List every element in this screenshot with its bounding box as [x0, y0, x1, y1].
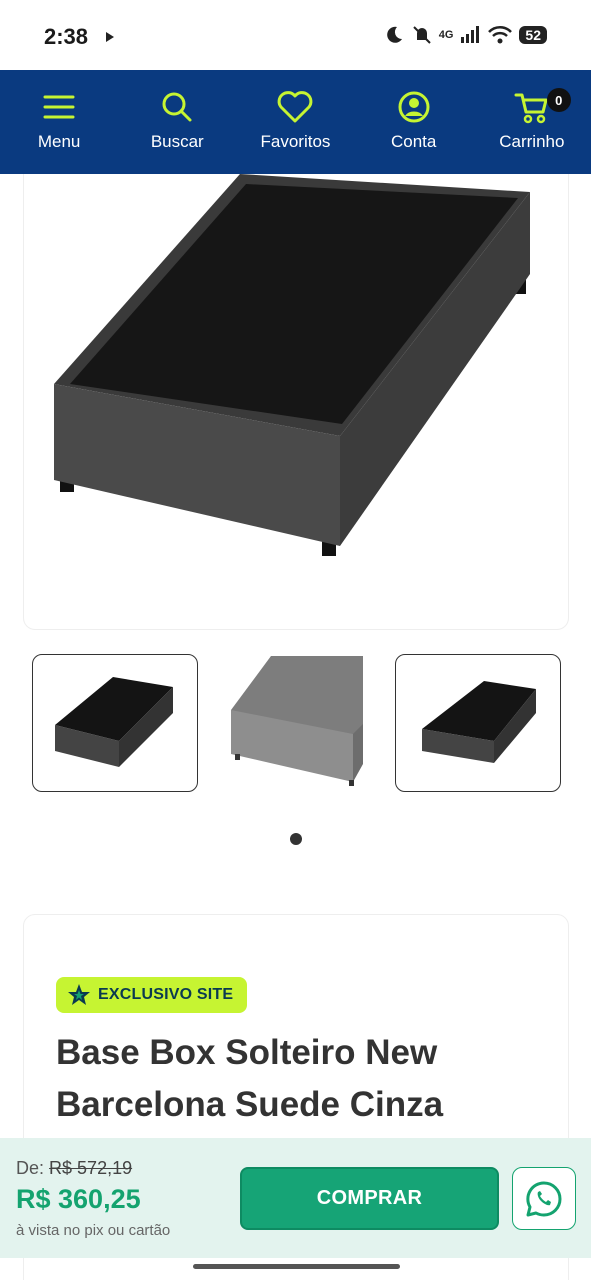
status-time: 2:38: [44, 24, 89, 49]
heart-icon: [278, 91, 313, 123]
nav-favorites[interactable]: Favoritos: [236, 70, 354, 174]
original-price-label: De:: [16, 1158, 45, 1178]
exclusive-badge: EXCLUSIVO SITE: [56, 977, 248, 1013]
nav-search-label: Buscar: [150, 132, 204, 151]
status-icons: 4G 52: [383, 24, 547, 46]
battery-indicator: 52: [519, 26, 547, 44]
moon-icon: [386, 26, 402, 43]
thumbnail-2[interactable]: [213, 654, 379, 792]
thumbnail-strip: [0, 654, 591, 794]
thumbnail-3[interactable]: [395, 654, 561, 792]
wifi-icon: [488, 25, 513, 44]
product-title: Base Box Solteiro New Barcelona Suede Ci…: [56, 1033, 444, 1124]
thumbnail-3-image: [422, 681, 536, 763]
original-price: De: R$ 572,19: [16, 1158, 132, 1179]
home-indicator: [193, 1264, 400, 1269]
cart-icon: [514, 93, 548, 124]
carousel-indicator-dot[interactable]: [290, 833, 302, 845]
star-badge-icon: [68, 984, 90, 1005]
whatsapp-icon: [526, 1180, 562, 1216]
original-price-value: R$ 572,19: [49, 1158, 133, 1178]
current-price: R$ 360,25: [16, 1184, 141, 1214]
nav-search[interactable]: Buscar: [118, 70, 236, 174]
menu-icon: [43, 95, 75, 119]
mute-icon: [413, 26, 431, 44]
network-label: 4G: [438, 29, 454, 41]
nav-favorites-label: Favoritos: [260, 132, 331, 151]
bed-base-image: [54, 174, 530, 556]
status-bar: 2:38 4G 52: [0, 0, 591, 70]
nav-menu-label: Menu: [37, 132, 81, 151]
buy-button[interactable]: COMPRAR: [240, 1167, 499, 1230]
product-main-image[interactable]: [23, 174, 569, 630]
play-icon: [104, 30, 116, 48]
signal-icon: [461, 26, 480, 43]
nav-cart[interactable]: 0 Carrinho: [473, 70, 591, 174]
cart-count-badge: 0: [546, 88, 571, 112]
nav-menu[interactable]: Menu: [0, 70, 118, 174]
exclusive-badge-label: EXCLUSIVO SITE: [98, 986, 234, 1003]
top-nav: Menu Buscar Favoritos Conta 0 Carrinho: [0, 70, 591, 174]
user-icon: [398, 91, 430, 123]
nav-account-label: Conta: [390, 132, 437, 151]
whatsapp-button[interactable]: [512, 1167, 576, 1230]
thumbnail-2-image: [231, 656, 363, 786]
search-icon: [162, 92, 192, 122]
nav-cart-label: Carrinho: [499, 132, 565, 151]
thumbnail-1-image: [55, 677, 173, 767]
nav-account[interactable]: Conta: [355, 70, 473, 174]
buy-bar: De: R$ 572,19 R$ 360,25 à vista no pix o…: [0, 1138, 591, 1258]
payment-note: à vista no pix ou cartão: [16, 1222, 171, 1239]
thumbnail-1[interactable]: [32, 654, 198, 792]
